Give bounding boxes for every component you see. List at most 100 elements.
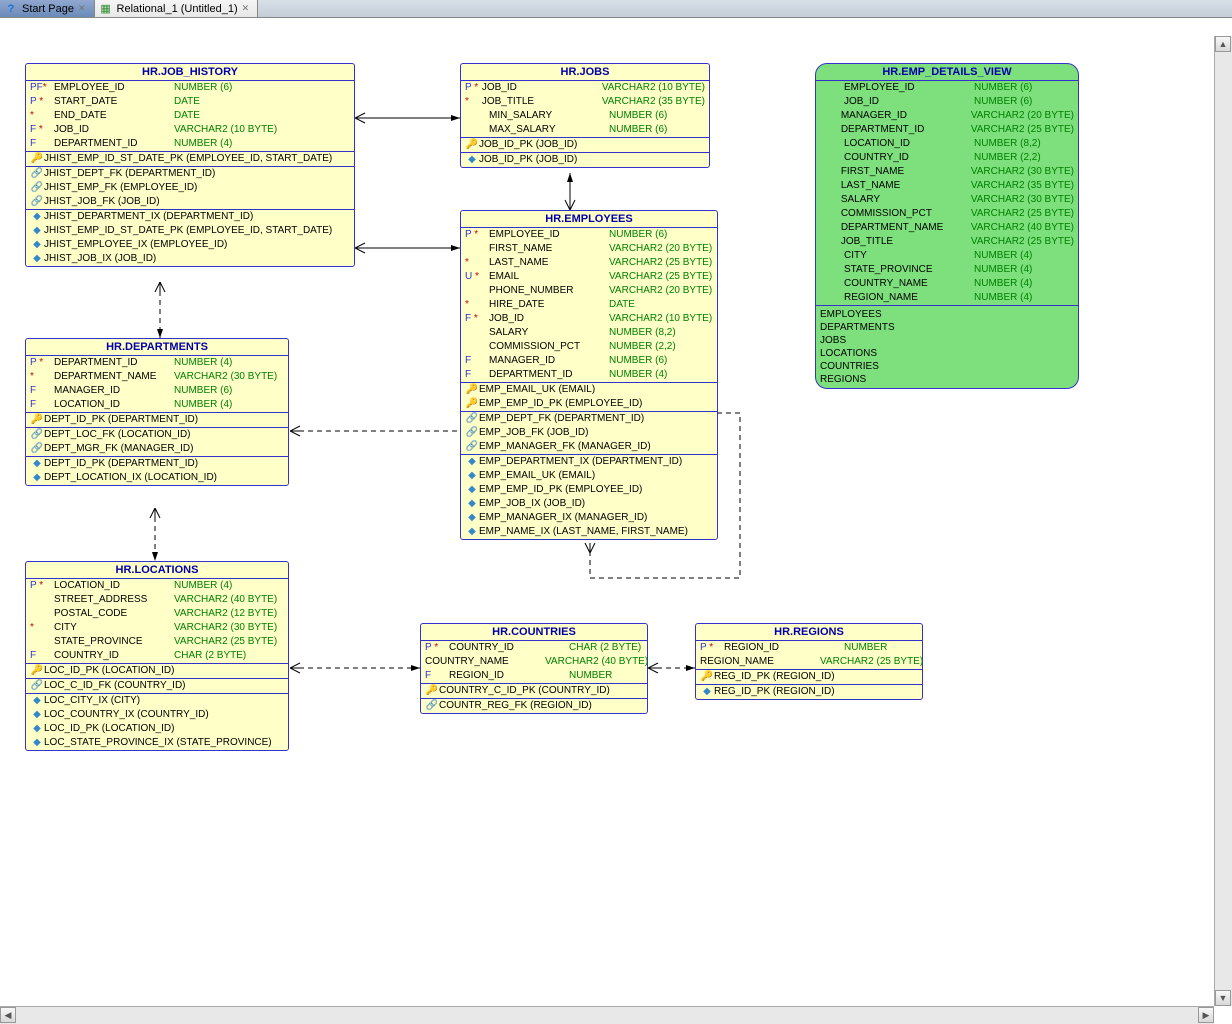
tab-relational[interactable]: ▦ Relational_1 (Untitled_1) ✕	[95, 0, 259, 17]
table-row: 🔑JHIST_EMP_ID_ST_DATE_PK (EMPLOYEE_ID, S…	[26, 152, 354, 166]
column-flags: *	[465, 298, 489, 312]
column-type: VARCHAR2 (10 BYTE)	[609, 312, 712, 326]
column-type: NUMBER (6)	[974, 95, 1032, 109]
fk-label: JHIST_DEPT_FK (DEPARTMENT_ID)	[44, 167, 215, 181]
column-flags: *	[30, 109, 54, 123]
column-type: NUMBER (4)	[174, 398, 232, 412]
table-row: ◆EMP_DEPARTMENT_IX (DEPARTMENT_ID)	[461, 455, 717, 469]
entity-title: HR.DEPARTMENTS	[26, 339, 288, 356]
columns-section: P *REGION_IDNUMBER REGION_NAMEVARCHAR2 (…	[696, 641, 922, 669]
entity-job-history[interactable]: HR.JOB_HISTORY PF*EMPLOYEE_IDNUMBER (6)P…	[25, 63, 355, 267]
table-row: ◆EMP_EMAIL_UK (EMAIL)	[461, 469, 717, 483]
table-row: LOCATION_IDNUMBER (8,2)	[816, 137, 1078, 151]
view-source: JOBS	[820, 334, 1074, 347]
column-name: DEPARTMENT_NAME	[841, 221, 971, 235]
table-row: 🔑EMP_EMAIL_UK (EMAIL)	[461, 383, 717, 397]
table-row: U *EMAILVARCHAR2 (25 BYTE)	[461, 270, 717, 284]
entity-title: HR.JOBS	[461, 64, 709, 81]
entity-countries[interactable]: HR.COUNTRIES P *COUNTRY_IDCHAR (2 BYTE) …	[420, 623, 648, 714]
entity-regions[interactable]: HR.REGIONS P *REGION_IDNUMBER REGION_NAM…	[695, 623, 923, 700]
column-name: JOB_ID	[54, 123, 174, 137]
diagram-canvas[interactable]: HR.JOB_HISTORY PF*EMPLOYEE_IDNUMBER (6)P…	[0, 18, 1214, 1018]
table-row: P *START_DATEDATE	[26, 95, 354, 109]
index-icon: ◆	[700, 685, 714, 699]
column-flags: F *	[465, 312, 489, 326]
table-row: ◆EMP_EMP_ID_PK (EMPLOYEE_ID)	[461, 483, 717, 497]
column-name: JOB_TITLE	[482, 95, 602, 109]
column-name: STATE_PROVINCE	[54, 635, 174, 649]
scrollbar-horizontal[interactable]: ◀ ▶	[0, 1006, 1214, 1024]
column-name: DEPARTMENT_NAME	[54, 370, 174, 384]
columns-section: P *DEPARTMENT_IDNUMBER (4) *DEPARTMENT_N…	[26, 356, 288, 412]
close-icon[interactable]: ✕	[242, 3, 250, 14]
key-icon: 🔑	[465, 138, 479, 152]
index-icon: ◆	[465, 497, 479, 511]
column-name: COMMISSION_PCT	[841, 207, 971, 221]
column-type: CHAR (2 BYTE)	[569, 641, 641, 655]
table-row: REGION_NAMENUMBER (4)	[816, 291, 1078, 305]
column-flags: U *	[465, 270, 489, 284]
fk-label: JHIST_JOB_FK (JOB_ID)	[44, 195, 160, 209]
column-name: COUNTRY_NAME	[844, 277, 974, 291]
column-flags: P *	[425, 641, 449, 655]
scrollbar-vertical[interactable]: ▲ ▼	[1214, 36, 1232, 1006]
table-row: CITYNUMBER (4)	[816, 249, 1078, 263]
entity-title: HR.JOB_HISTORY	[26, 64, 354, 81]
column-name: LOCATION_ID	[54, 579, 174, 593]
column-name: LAST_NAME	[489, 256, 609, 270]
column-type: NUMBER (6)	[974, 81, 1032, 95]
entity-jobs[interactable]: HR.JOBS P *JOB_IDVARCHAR2 (10 BYTE) *JOB…	[460, 63, 710, 168]
scroll-left-icon[interactable]: ◀	[0, 1007, 16, 1023]
table-row: 🔗EMP_DEPT_FK (DEPARTMENT_ID)	[461, 412, 717, 426]
column-type: NUMBER	[844, 641, 887, 655]
tab-start-page[interactable]: ? Start Page ✕	[0, 0, 95, 17]
column-name: SALARY	[841, 193, 971, 207]
keys-section: 🔑JHIST_EMP_ID_ST_DATE_PK (EMPLOYEE_ID, S…	[26, 151, 354, 166]
table-row: 🔗COUNTR_REG_FK (REGION_ID)	[421, 699, 647, 713]
column-flags: F	[465, 354, 489, 368]
column-name: DEPARTMENT_ID	[54, 137, 174, 151]
table-row: ◆DEPT_LOCATION_IX (LOCATION_ID)	[26, 471, 288, 485]
column-type: VARCHAR2 (25 BYTE)	[609, 256, 712, 270]
scroll-right-icon[interactable]: ▶	[1198, 1007, 1214, 1023]
table-row: 🔗JHIST_DEPT_FK (DEPARTMENT_ID)	[26, 167, 354, 181]
fk-label: DEPT_LOC_FK (LOCATION_ID)	[44, 428, 191, 442]
entity-locations[interactable]: HR.LOCATIONS P *LOCATION_IDNUMBER (4) ST…	[25, 561, 289, 751]
column-name: CITY	[54, 621, 174, 635]
table-row: 🔗EMP_JOB_FK (JOB_ID)	[461, 426, 717, 440]
fk-icon: 🔗	[30, 167, 44, 181]
column-type: VARCHAR2 (30 BYTE)	[174, 370, 277, 384]
column-type: NUMBER (6)	[174, 81, 232, 95]
table-row: STREET_ADDRESSVARCHAR2 (40 BYTE)	[26, 593, 288, 607]
column-type: VARCHAR2 (35 BYTE)	[602, 95, 705, 109]
column-type: VARCHAR2 (40 BYTE)	[545, 655, 648, 669]
fk-label: COUNTR_REG_FK (REGION_ID)	[439, 699, 592, 713]
table-row: COUNTRY_NAMEVARCHAR2 (40 BYTE)	[421, 655, 647, 669]
scroll-up-icon[interactable]: ▲	[1215, 36, 1231, 52]
column-name: JOB_ID	[489, 312, 609, 326]
table-row: FIRST_NAMEVARCHAR2 (20 BYTE)	[461, 242, 717, 256]
entity-emp-details-view[interactable]: HR.EMP_DETAILS_VIEW EMPLOYEE_IDNUMBER (6…	[815, 63, 1079, 389]
column-type: NUMBER (8,2)	[974, 137, 1041, 151]
table-row: ◆JHIST_EMPLOYEE_IX (EMPLOYEE_ID)	[26, 238, 354, 252]
scroll-down-icon[interactable]: ▼	[1215, 990, 1231, 1006]
index-label: JHIST_DEPARTMENT_IX (DEPARTMENT_ID)	[44, 210, 253, 224]
table-row: *HIRE_DATEDATE	[461, 298, 717, 312]
index-label: EMP_EMAIL_UK (EMAIL)	[479, 469, 595, 483]
column-name: STREET_ADDRESS	[54, 593, 174, 607]
table-row: F LOCATION_IDNUMBER (4)	[26, 398, 288, 412]
entity-departments[interactable]: HR.DEPARTMENTS P *DEPARTMENT_IDNUMBER (4…	[25, 338, 289, 486]
column-type: NUMBER (4)	[174, 579, 232, 593]
index-icon: ◆	[465, 525, 479, 539]
index-label: LOC_CITY_IX (CITY)	[44, 694, 140, 708]
column-name: COUNTRY_NAME	[425, 655, 545, 669]
table-row: PF*EMPLOYEE_IDNUMBER (6)	[26, 81, 354, 95]
fk-icon: 🔗	[465, 440, 479, 454]
view-sources: EMPLOYEESDEPARTMENTSJOBSLOCATIONSCOUNTRI…	[816, 305, 1078, 388]
close-icon[interactable]: ✕	[78, 3, 86, 14]
column-flags: F *	[30, 123, 54, 137]
column-type: VARCHAR2 (25 BYTE)	[174, 635, 277, 649]
entity-employees[interactable]: HR.EMPLOYEES P *EMPLOYEE_IDNUMBER (6) FI…	[460, 210, 718, 540]
entity-title: HR.EMP_DETAILS_VIEW	[816, 64, 1078, 81]
index-icon: ◆	[30, 252, 44, 266]
